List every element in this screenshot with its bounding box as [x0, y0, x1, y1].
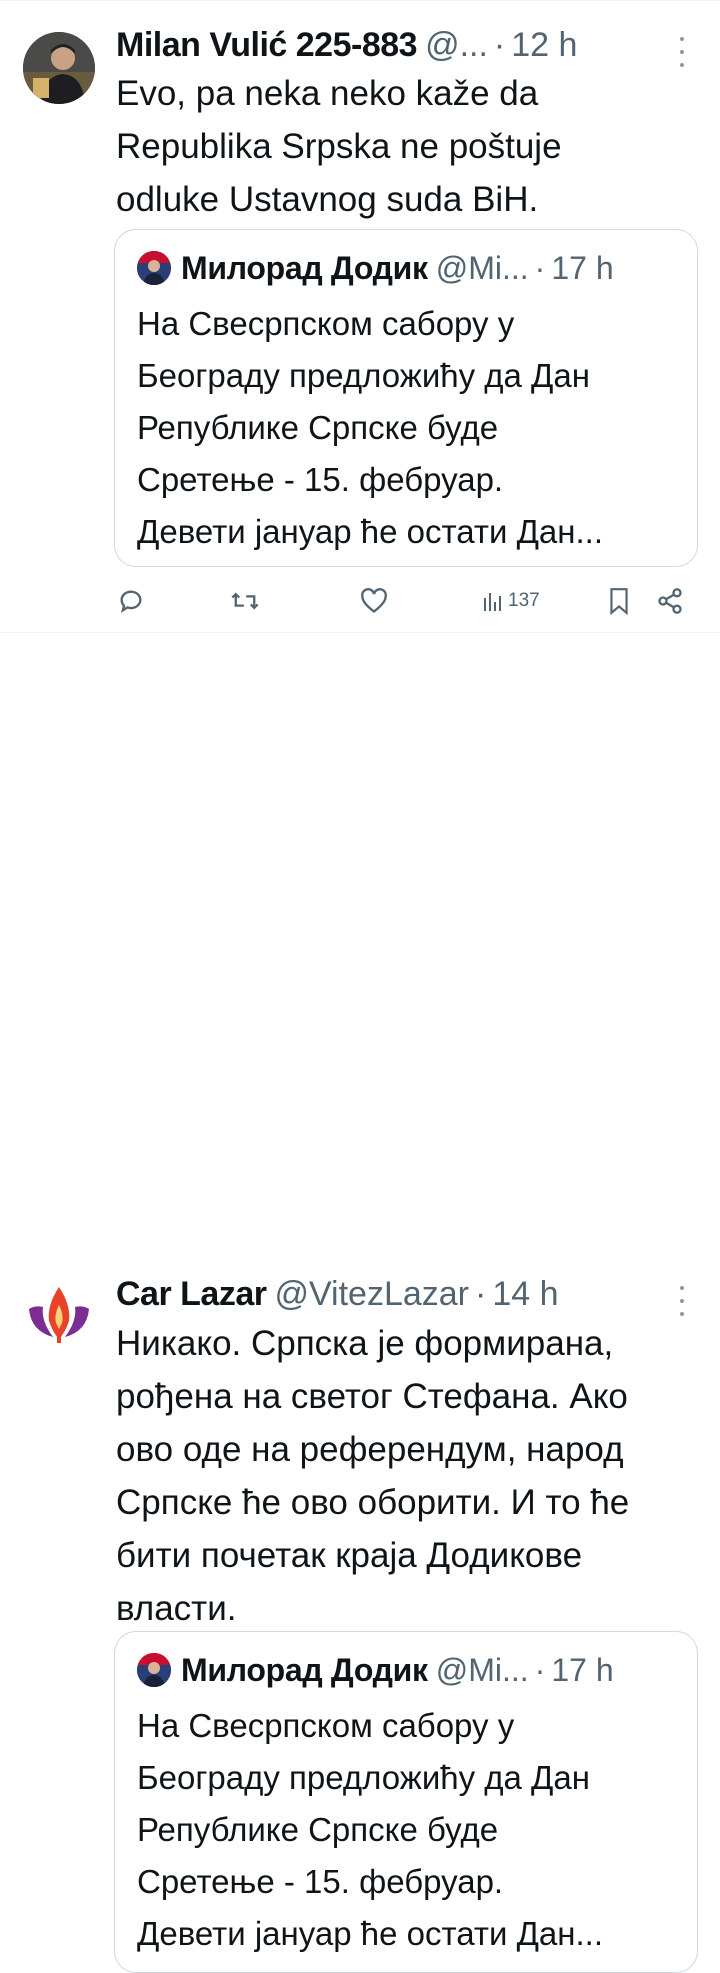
separator-dot: ·: [534, 1651, 546, 1688]
quote-header: Милорад Додик @Mi... · 17 h: [137, 248, 614, 288]
tweet-actions: 137: [0, 581, 720, 621]
tweet-header: Car Lazar @VitezLazar · 14 h: [116, 1274, 559, 1314]
separator-dot: ·: [475, 1274, 487, 1313]
quote-avatar: [137, 251, 171, 285]
views-count: 137: [508, 590, 540, 611]
reply-icon: [120, 590, 142, 613]
views-icon: [484, 593, 501, 611]
timestamp[interactable]: 14 h: [492, 1275, 558, 1314]
quote-timestamp[interactable]: 17 h: [551, 1652, 613, 1689]
tweet[interactable]: Car Lazar @VitezLazar · 14 h Никако. Срп…: [0, 632, 720, 1973]
quote-text: На Свесрпском сабору у Београду предложи…: [137, 305, 603, 550]
quote-text: На Свесрпском сабору у Београду предложи…: [137, 1707, 603, 1952]
quote-author-name[interactable]: Милорад Додик: [181, 1652, 428, 1689]
share-icon: [658, 588, 682, 614]
quote-author-handle[interactable]: @Mi...: [436, 250, 529, 287]
share-button[interactable]: [656, 581, 684, 621]
quoted-tweet[interactable]: Милорад Додик @Mi... · 17 h На Свесрпско…: [114, 1631, 698, 1973]
like-icon: [361, 588, 387, 613]
more-icon[interactable]: [675, 37, 689, 67]
bookmark-icon: [610, 588, 628, 615]
like-button[interactable]: [360, 581, 388, 621]
reply-button[interactable]: [117, 581, 145, 621]
quoted-tweet[interactable]: Милорад Додик @Mi... · 17 h На Свесрпско…: [114, 229, 698, 567]
quote-timestamp[interactable]: 17 h: [551, 250, 613, 287]
quote-avatar: [137, 1653, 171, 1687]
bookmark-button[interactable]: [608, 581, 630, 621]
more-icon[interactable]: [675, 1286, 689, 1316]
author-handle[interactable]: @...: [425, 26, 488, 65]
views-button[interactable]: 137: [482, 581, 540, 621]
author-handle[interactable]: @VitezLazar: [274, 1275, 469, 1314]
tweet[interactable]: Milan Vulić 225-883 @... · 12 h Evo, pa …: [0, 0, 720, 632]
avatar[interactable]: [23, 1281, 95, 1353]
tweet-header: Milan Vulić 225-883 @... · 12 h: [116, 25, 577, 65]
tweet-text: Никако. Српска је формирана, рођена на с…: [116, 1324, 630, 1628]
separator-dot: ·: [534, 249, 546, 286]
quote-author-name[interactable]: Милорад Додик: [181, 250, 428, 287]
separator-dot: ·: [493, 25, 506, 64]
author-name[interactable]: Milan Vulić 225-883: [116, 26, 418, 65]
tweet-text: Evo, pa neka neko kaže da Republika Srps…: [116, 74, 562, 219]
quote-header: Милорад Додик @Mi... · 17 h: [137, 1650, 614, 1690]
author-name[interactable]: Car Lazar: [116, 1275, 267, 1314]
timestamp[interactable]: 12 h: [511, 26, 577, 65]
avatar[interactable]: [23, 32, 95, 104]
quote-author-handle[interactable]: @Mi...: [436, 1652, 529, 1689]
retweet-icon: [231, 592, 259, 610]
retweet-button[interactable]: [230, 581, 260, 621]
